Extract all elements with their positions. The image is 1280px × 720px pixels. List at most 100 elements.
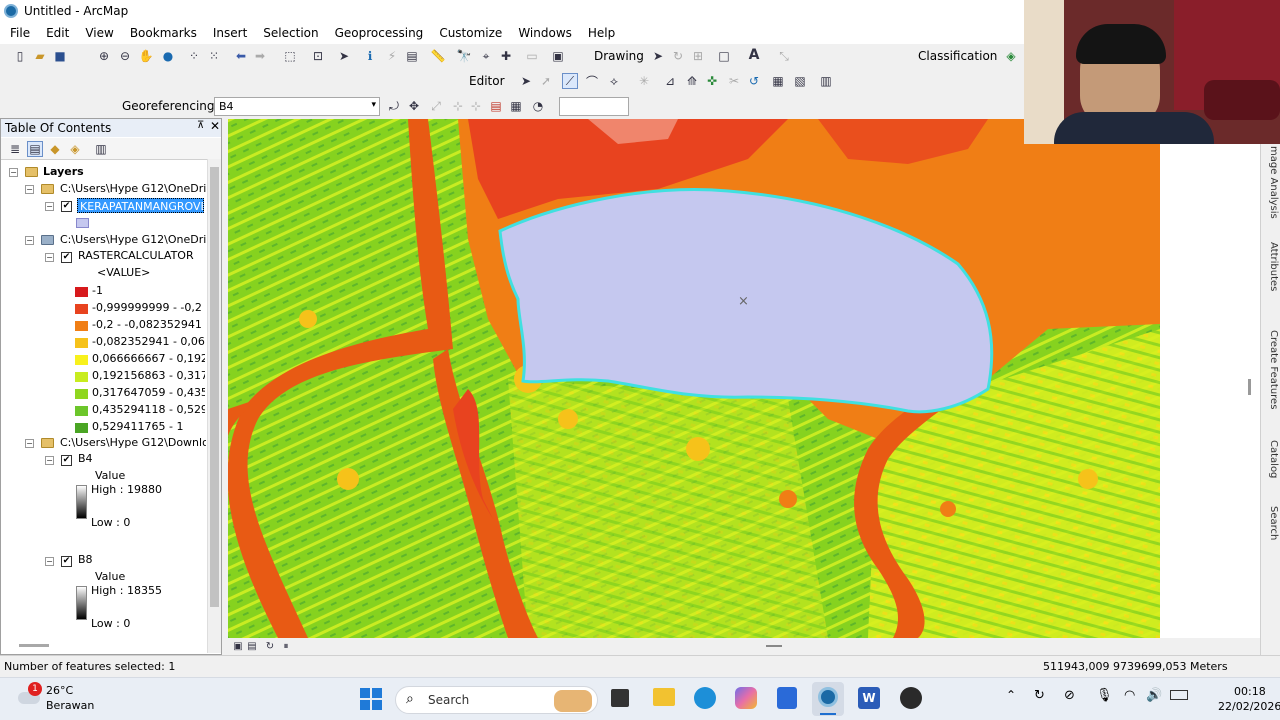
weather-temp[interactable]: 26°C — [46, 684, 73, 697]
html-popup-icon[interactable]: ▤ — [404, 48, 420, 64]
menu-customize[interactable]: Customize — [429, 26, 508, 40]
end-point-arc-icon[interactable]: ⌒ — [584, 73, 600, 89]
go-to-xy-icon[interactable]: ✚ — [498, 48, 514, 64]
tab-search[interactable]: Search — [1263, 506, 1279, 540]
reshape-icon[interactable]: ⟰ — [684, 73, 700, 89]
link-table-icon[interactable]: ▦ — [508, 98, 524, 114]
options-icon[interactable]: ▥ — [93, 141, 109, 157]
drawing-menu[interactable]: Drawing — [594, 49, 644, 63]
layer-b8-label[interactable]: B8 — [78, 553, 93, 566]
open-icon[interactable]: ▰ — [32, 48, 48, 64]
edge-icon[interactable] — [694, 687, 716, 709]
editor-menu[interactable]: Editor — [469, 74, 505, 88]
legend-swatch[interactable] — [75, 355, 88, 365]
list-by-visibility-icon[interactable]: ◆ — [47, 141, 63, 157]
pan-icon[interactable]: ✋ — [138, 48, 154, 64]
effects-icon[interactable]: ◔ — [530, 98, 546, 114]
toc-horizontal-scrollbar[interactable] — [3, 641, 203, 651]
time-slider-icon[interactable]: ▭ — [524, 48, 540, 64]
map-view[interactable]: × — [228, 119, 1160, 638]
rotate-edit-icon[interactable]: ↺ — [746, 73, 762, 89]
speaker-icon[interactable]: 🔊 — [1146, 688, 1162, 703]
toc-scroll-thumb[interactable] — [210, 167, 219, 607]
edit-vertices-tool-icon[interactable]: ⊿ — [662, 73, 678, 89]
layout-view-icon[interactable]: ▤ — [244, 638, 260, 654]
georef-text-input[interactable] — [559, 97, 629, 116]
menu-bookmarks[interactable]: Bookmarks — [120, 26, 203, 40]
straight-segment-icon[interactable]: ⟋ — [562, 73, 578, 89]
sketch-properties-icon[interactable]: ▧ — [792, 73, 808, 89]
menu-edit[interactable]: Edit — [36, 26, 75, 40]
cut-polygons-icon[interactable]: ✜ — [704, 73, 720, 89]
attributes-icon[interactable]: ▦ — [770, 73, 786, 89]
collapse-b8-icon[interactable]: − — [45, 557, 54, 566]
group-2-path[interactable]: C:\Users\Hype G12\OneDrive — [60, 233, 206, 246]
classification-icon[interactable]: ◈ — [1003, 48, 1019, 64]
map-horizontal-scroll-thumb[interactable] — [766, 645, 782, 647]
collapse-layer-raster-icon[interactable]: − — [45, 253, 54, 262]
group-3-path[interactable]: C:\Users\Hype G12\Downloa — [60, 436, 206, 449]
layer-raster-checkbox[interactable]: ✔ — [61, 252, 72, 263]
microphone-icon[interactable]: 🎙 — [1096, 688, 1113, 703]
clock-date[interactable]: 22/02/2026 — [1218, 700, 1280, 713]
refresh-icon[interactable]: ↻ — [262, 638, 278, 654]
pin-icon[interactable]: ⊼ — [197, 120, 204, 131]
collapse-layers-icon[interactable]: − — [9, 168, 18, 177]
layer-kerapatan-label[interactable]: KERAPATANMANGROVE — [77, 198, 204, 213]
clear-selection-icon[interactable]: ⊡ — [310, 48, 326, 64]
identify-icon[interactable]: ℹ — [362, 48, 378, 64]
select-arrow-icon[interactable]: ➤ — [650, 48, 666, 64]
layer-b4-checkbox[interactable]: ✔ — [61, 455, 72, 466]
collapse-group-2-icon[interactable]: − — [25, 236, 34, 245]
trace-icon[interactable]: ⟡ — [606, 73, 622, 89]
map-vertical-scroll-thumb[interactable] — [1248, 379, 1251, 395]
legend-swatch[interactable] — [75, 321, 88, 331]
file-explorer-icon[interactable] — [653, 688, 675, 706]
shift-icon[interactable]: ✥ — [406, 98, 422, 114]
close-icon[interactable]: ✕ — [210, 119, 220, 133]
layer-kerapatan-checkbox[interactable]: ✔ — [61, 201, 72, 212]
text-icon[interactable]: A — [746, 47, 762, 63]
layer-b4-label[interactable]: B4 — [78, 452, 93, 465]
zoom-out-icon[interactable]: ⊖ — [117, 48, 133, 64]
tab-create-features[interactable]: Create Features — [1263, 330, 1279, 409]
legend-swatch[interactable] — [75, 423, 88, 433]
menu-windows[interactable]: Windows — [508, 26, 578, 40]
measure-icon[interactable]: 📏 — [430, 48, 446, 64]
full-extent-icon[interactable]: ● — [160, 48, 176, 64]
viewer-icon[interactable]: ▤ — [488, 98, 504, 114]
scale-icon[interactable]: ⤢ — [428, 98, 444, 114]
collapse-group-1-icon[interactable]: − — [25, 185, 34, 194]
weather-desc[interactable]: Berawan — [46, 699, 94, 712]
add-control-points-icon[interactable]: ⊹ — [450, 98, 466, 114]
rotate-icon[interactable]: ↻ — [670, 48, 686, 64]
fixed-zoom-in-icon[interactable]: ⁘ — [186, 48, 202, 64]
legend-swatch[interactable] — [75, 389, 88, 399]
select-features-icon[interactable]: ⬚ — [282, 48, 298, 64]
select-elements-icon[interactable]: ➤ — [336, 48, 352, 64]
zoom-whole-page-icon[interactable]: ⊞ — [690, 48, 706, 64]
pause-drawing-icon[interactable]: ⏸ — [278, 638, 294, 654]
create-viewer-icon[interactable]: ▣ — [550, 48, 566, 64]
toc-vertical-scrollbar[interactable] — [207, 159, 221, 653]
obs-icon[interactable] — [900, 687, 922, 709]
edit-tool-icon[interactable]: ➤ — [518, 73, 534, 89]
auto-registration-icon[interactable]: ⊹ — [468, 98, 484, 114]
chevron-up-icon[interactable]: ⌃ — [1006, 688, 1016, 702]
collapse-layer-kerapatan-icon[interactable]: − — [45, 202, 54, 211]
start-button-icon[interactable] — [360, 688, 382, 710]
word-icon[interactable]: W — [858, 687, 880, 709]
find-icon[interactable]: 🔭 — [456, 48, 472, 64]
menu-view[interactable]: View — [75, 26, 119, 40]
tab-attributes[interactable]: Attributes — [1263, 242, 1279, 291]
network-off-icon[interactable]: ⊘ — [1064, 688, 1075, 703]
store-icon[interactable] — [777, 687, 797, 709]
point-icon[interactable]: ✳ — [636, 73, 652, 89]
georeferencing-menu[interactable]: Georeferencing — [122, 99, 215, 113]
rotate-georef-icon[interactable]: ⤾ — [386, 98, 402, 114]
menu-selection[interactable]: Selection — [253, 26, 324, 40]
group-1-path[interactable]: C:\Users\Hype G12\OneDrive — [60, 182, 206, 195]
legend-swatch[interactable] — [75, 304, 88, 314]
classification-menu[interactable]: Classification — [918, 49, 997, 63]
task-view-icon[interactable] — [611, 689, 629, 707]
